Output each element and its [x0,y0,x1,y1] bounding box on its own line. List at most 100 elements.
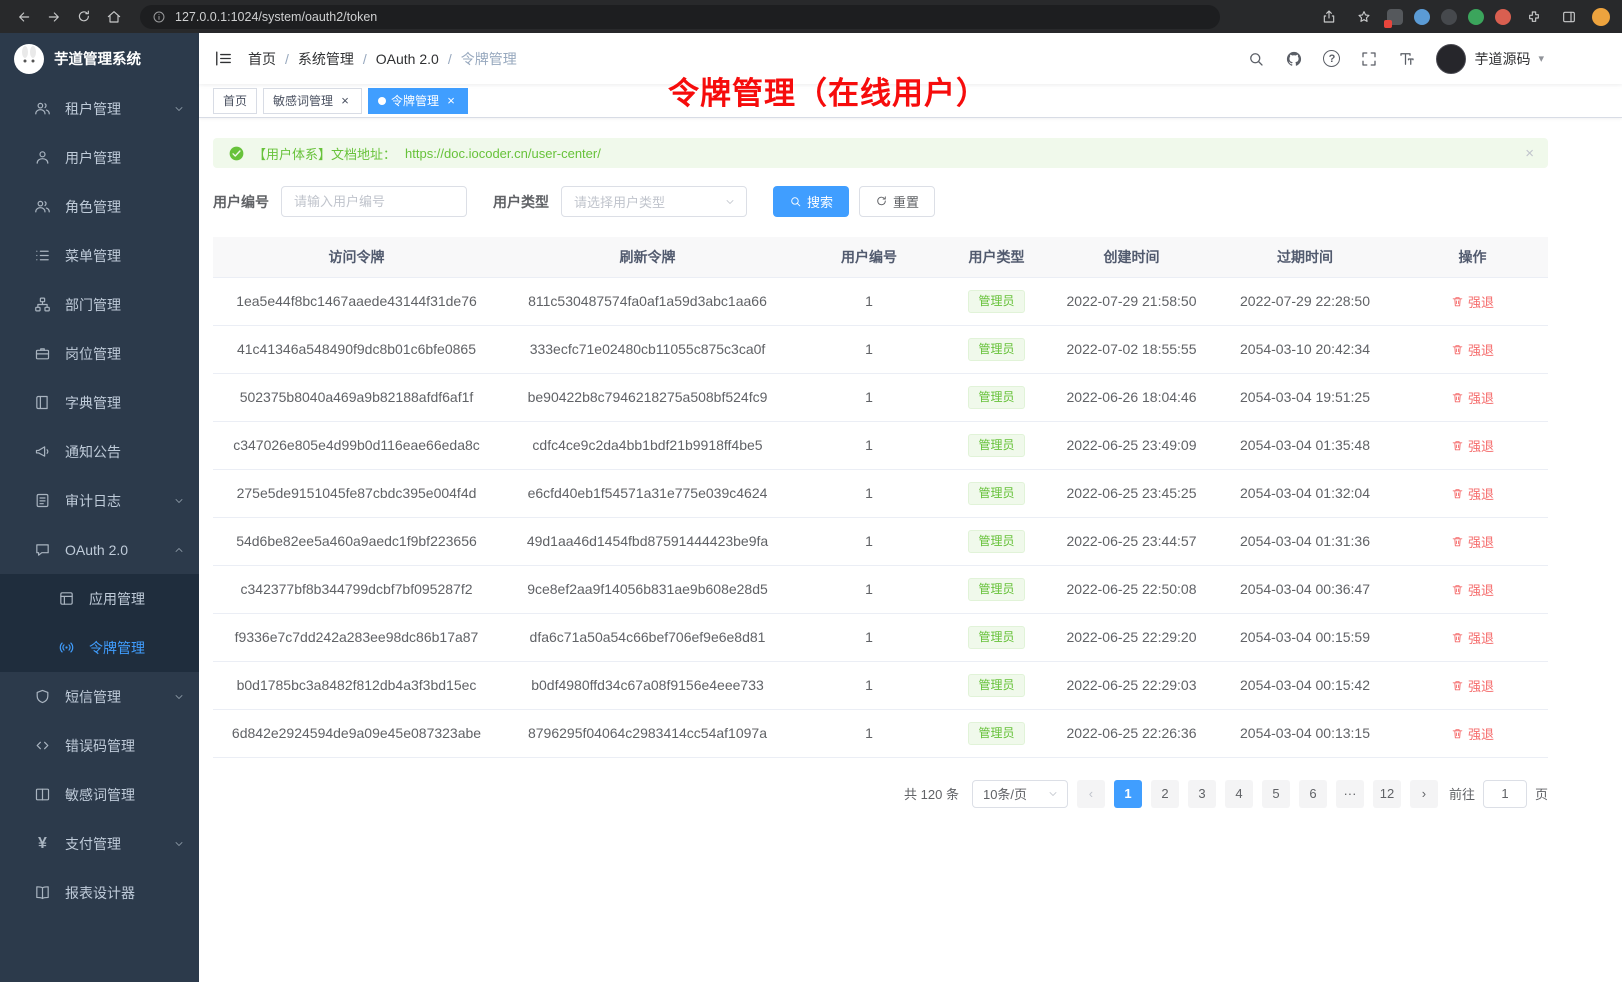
page-info-icon[interactable] [152,10,166,24]
share-icon[interactable] [1317,5,1341,29]
sidebar-item-user[interactable]: 用户管理 [0,133,199,182]
github-icon[interactable] [1285,50,1303,68]
app-logo[interactable]: 芋道管理系统 [0,33,199,84]
force-logout-button[interactable]: 强退 [1451,628,1494,647]
doc-alert: 【用户体系】文档地址： https://doc.iocoder.cn/user-… [213,138,1548,168]
sidebar-item-oauth2-token[interactable]: 令牌管理 [0,623,199,672]
page-button-4[interactable]: 4 [1225,780,1253,808]
col-expire-time: 过期时间 [1213,237,1397,277]
sidebar-item-tenant[interactable]: 租户管理 [0,84,199,133]
page-button-5[interactable]: 5 [1262,780,1290,808]
filter-form: 用户编号 用户类型 请选择用户类型 搜索 重置 [213,186,1548,217]
total-count: 共 120 条 [904,784,959,803]
user-id-label: 用户编号 [213,192,269,212]
sidebar-item-notice[interactable]: 通知公告 [0,427,199,476]
force-logout-button[interactable]: 强退 [1451,580,1494,599]
page-button-6[interactable]: 6 [1299,780,1327,808]
close-icon[interactable]: × [444,94,458,108]
page-more-button[interactable]: ··· [1336,780,1364,808]
extension-icon-blue[interactable] [1414,9,1430,25]
browser-toolbar: 127.0.0.1:1024/system/oauth2/token [0,0,1622,33]
font-size-icon[interactable] [1398,50,1416,68]
force-logout-button[interactable]: 强退 [1451,724,1494,743]
sidebar-item-pay[interactable]: ¥ 支付管理 [0,819,199,868]
extension-icon-dark[interactable] [1441,9,1457,25]
extension-icon-green[interactable] [1468,9,1484,25]
page-button-1[interactable]: 1 [1114,780,1142,808]
extensions-puzzle-icon[interactable] [1522,5,1546,29]
help-icon[interactable]: ? [1323,50,1340,67]
force-logout-button[interactable]: 强退 [1451,388,1494,407]
sidebar-item-post[interactable]: 岗位管理 [0,329,199,378]
sidebar-item-oauth2-client[interactable]: 应用管理 [0,574,199,623]
pagination-next-button[interactable]: › [1410,780,1438,808]
sidebar-item-sms[interactable]: 短信管理 [0,672,199,721]
extension-icon-red[interactable] [1495,9,1511,25]
reset-button[interactable]: 重置 [859,186,935,217]
people-icon [34,198,51,215]
sidebar-item-role[interactable]: 角色管理 [0,182,199,231]
user-type-select[interactable]: 请选择用户类型 [561,186,747,217]
sidebar-item-sensitive-word[interactable]: 敏感词管理 [0,770,199,819]
breadcrumb-system[interactable]: 系统管理 [298,49,354,69]
bookmark-star-icon[interactable] [1352,5,1376,29]
trash-icon [1451,295,1464,308]
goto-page-input[interactable] [1483,780,1527,808]
page-size-select[interactable]: 10条/页 [972,780,1068,808]
pagination-prev-button[interactable]: ‹ [1077,780,1105,808]
sidebar-item-menu[interactable]: 菜单管理 [0,231,199,280]
token-table: 访问令牌 刷新令牌 用户编号 用户类型 创建时间 过期时间 操作 1ea5e44… [213,237,1548,758]
table-row: f9336e7c7dd242a283ee98dc86b17a87 dfa6c71… [213,613,1548,661]
table-header-row: 访问令牌 刷新令牌 用户编号 用户类型 创建时间 过期时间 操作 [213,237,1548,277]
browser-profile-avatar[interactable] [1592,8,1610,26]
close-icon[interactable]: × [338,94,352,108]
force-logout-button[interactable]: 强退 [1451,676,1494,695]
sidebar-item-dict[interactable]: 字典管理 [0,378,199,427]
fullscreen-icon[interactable] [1360,50,1378,68]
sidebar-item-report-designer[interactable]: 报表设计器 [0,868,199,917]
search-button[interactable]: 搜索 [773,186,849,217]
search-icon[interactable] [1247,50,1265,68]
force-logout-button[interactable]: 强退 [1451,484,1494,503]
page-button-12[interactable]: 12 [1373,780,1401,808]
breadcrumb-home[interactable]: 首页 [248,49,276,69]
trash-icon [1451,343,1464,356]
page-button-2[interactable]: 2 [1151,780,1179,808]
sidebar-item-dept[interactable]: 部门管理 [0,280,199,329]
trash-icon [1451,631,1464,644]
doc-link[interactable]: https://doc.iocoder.cn/user-center/ [405,146,601,161]
force-logout-button[interactable]: 强退 [1451,436,1494,455]
force-logout-button[interactable]: 强退 [1451,292,1494,311]
address-bar[interactable]: 127.0.0.1:1024/system/oauth2/token [140,5,1220,29]
force-logout-button[interactable]: 强退 [1451,532,1494,551]
page-button-3[interactable]: 3 [1188,780,1216,808]
tab-home[interactable]: 首页 [213,88,257,114]
tab-sensitive-word[interactable]: 敏感词管理 × [263,88,362,114]
browser-forward-button[interactable] [42,5,66,29]
sidebar-item-oauth2[interactable]: OAuth 2.0 [0,525,199,574]
user-id-input[interactable] [281,186,467,217]
sidebar-item-audit-log[interactable]: 审计日志 [0,476,199,525]
table-row: 41c41346a548490f9dc8b01c6bfe0865 333ecfc… [213,325,1548,373]
user-type-badge: 管理员 [968,626,1024,649]
side-panel-icon[interactable] [1557,5,1581,29]
browser-home-button[interactable] [102,5,126,29]
extension-icon-badged[interactable] [1387,9,1403,25]
user-menu[interactable]: 芋道源码 ▾ [1436,44,1544,74]
sidebar-toggle-icon[interactable] [199,33,248,84]
browser-reload-button[interactable] [72,5,96,29]
close-icon[interactable]: × [1525,145,1534,162]
chevron-down-icon [173,103,185,115]
org-tree-icon [34,296,51,313]
tab-token[interactable]: 令牌管理 × [368,88,468,114]
browser-back-button[interactable] [12,5,36,29]
breadcrumb-oauth2[interactable]: OAuth 2.0 [376,51,439,67]
app-window: 芋道管理系统 租户管理 用户管理 角色管理 菜单管理 部门管理 [0,33,1622,982]
table-row: b0d1785bc3a8482f812db4a3f3bd15ec b0df498… [213,661,1548,709]
broadcast-icon [58,639,75,656]
force-logout-button[interactable]: 强退 [1451,340,1494,359]
username: 芋道源码 [1474,49,1530,69]
extension-badge [1384,20,1392,28]
user-type-badge: 管理员 [968,578,1024,601]
sidebar-item-error-code[interactable]: 错误码管理 [0,721,199,770]
